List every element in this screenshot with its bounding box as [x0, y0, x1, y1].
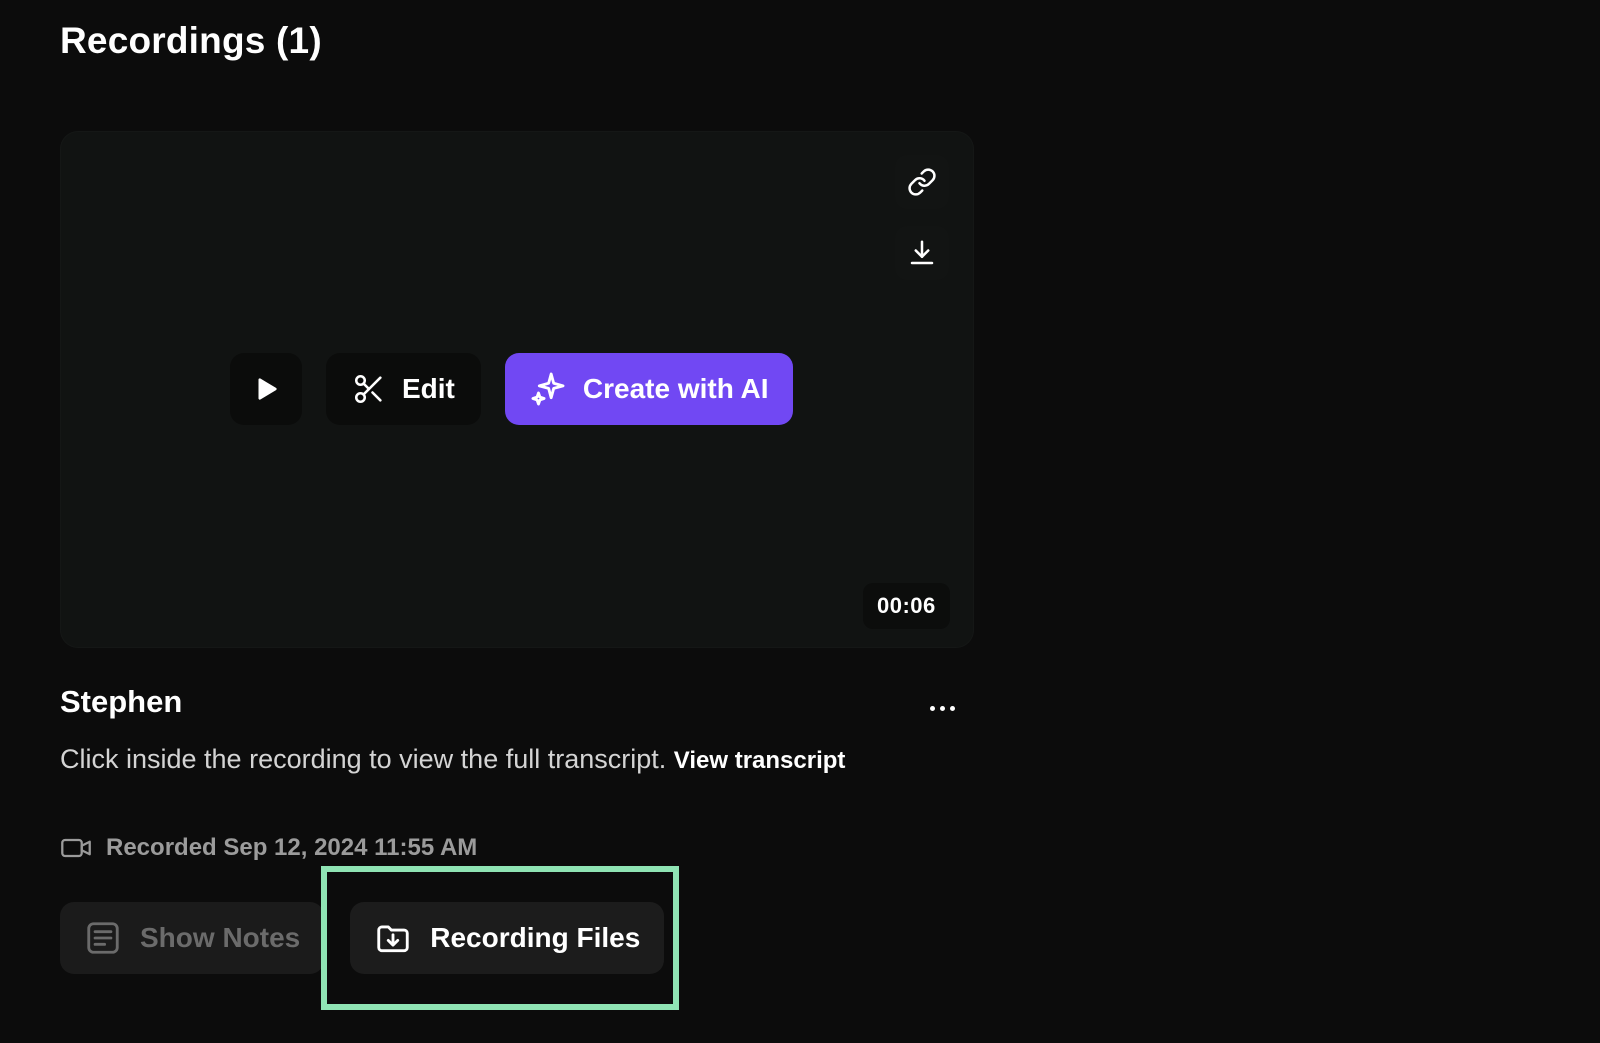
- link-icon: [908, 168, 936, 196]
- recordings-page: Recordings (1) Edit Create with AI 00:06…: [0, 0, 1600, 1043]
- description-text: Click inside the recording to view the f…: [60, 744, 667, 774]
- recorded-date: Recorded Sep 12, 2024 11:55 AM: [106, 834, 478, 861]
- recording-files-button[interactable]: Recording Files: [350, 902, 665, 974]
- play-button[interactable]: [230, 353, 302, 425]
- video-camera-icon: [61, 838, 91, 858]
- view-transcript-link[interactable]: View transcript: [674, 747, 846, 774]
- edit-label: Edit: [402, 373, 455, 404]
- show-notes-label: Show Notes: [140, 922, 301, 953]
- copy-link-button[interactable]: [895, 155, 949, 209]
- duration-badge: 00:06: [863, 583, 950, 629]
- recording-player[interactable]: Edit Create with AI 00:06: [60, 131, 974, 648]
- sparkles-icon: [531, 372, 565, 406]
- edit-button[interactable]: Edit: [326, 353, 481, 425]
- create-with-ai-label: Create with AI: [582, 373, 769, 404]
- download-button[interactable]: [895, 226, 949, 280]
- recording-title: Stephen: [60, 684, 183, 719]
- recording-actions: Show Notes Recording Files: [60, 902, 665, 974]
- more-horizontal-icon-dot: [949, 705, 955, 711]
- folder-download-icon: [377, 925, 409, 953]
- recording-description: Click inside the recording to view the f…: [60, 738, 860, 782]
- page-title: Recordings (1): [60, 20, 322, 61]
- recorded-meta: Recorded Sep 12, 2024 11:55 AM: [60, 834, 477, 862]
- scissors-icon: [354, 374, 382, 404]
- recording-files-label: Recording Files: [430, 922, 641, 953]
- create-with-ai-button[interactable]: Create with AI: [504, 353, 793, 425]
- player-controls: Edit Create with AI: [230, 353, 793, 425]
- more-horizontal-icon: [929, 705, 935, 711]
- download-icon: [910, 240, 934, 265]
- more-horizontal-icon-dot: [939, 705, 945, 711]
- more-options-button[interactable]: [922, 696, 962, 720]
- play-icon: [258, 378, 277, 400]
- notes-icon: [87, 922, 119, 954]
- show-notes-button[interactable]: Show Notes: [60, 902, 325, 974]
